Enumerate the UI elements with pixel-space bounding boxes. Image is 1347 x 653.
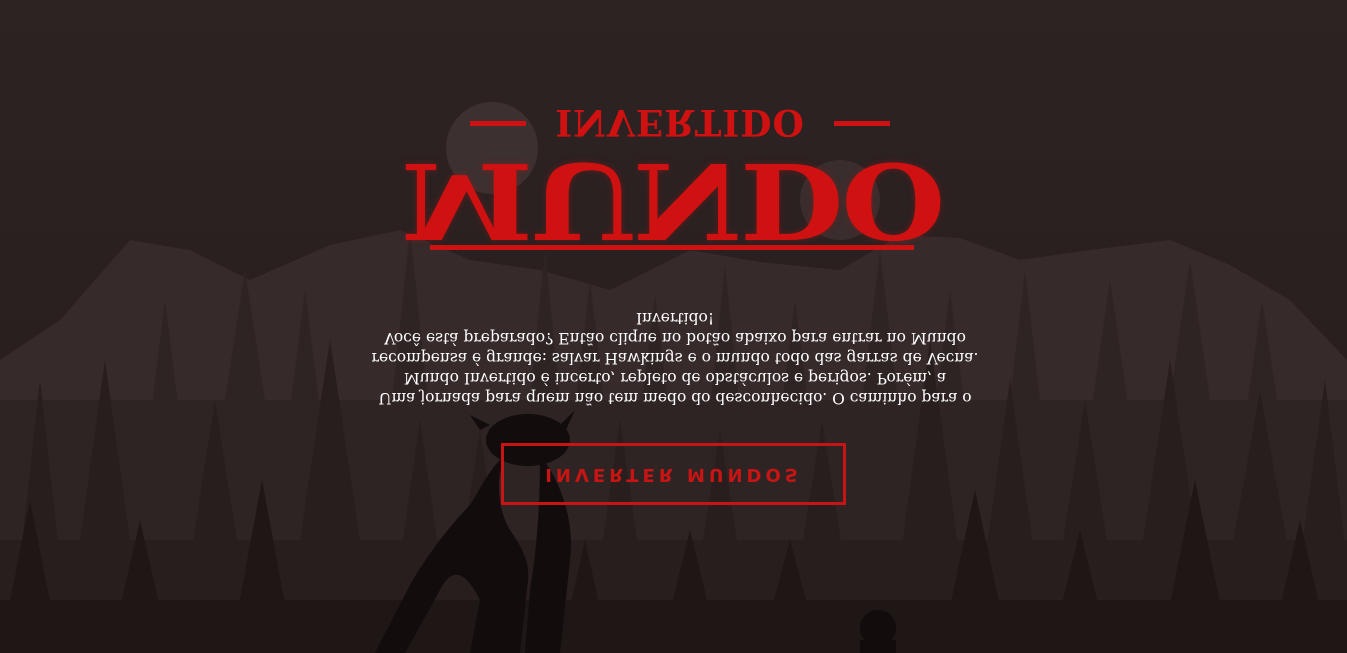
subtitle-text: INVERTIDO (555, 101, 805, 143)
title-underline (430, 245, 914, 250)
invert-worlds-button-label: INVERTER MUNDOS (545, 463, 802, 485)
subtitle-line-right (834, 121, 890, 126)
subtitle-line-left (470, 121, 526, 126)
subtitle-row: INVERTIDO (470, 101, 890, 143)
title-logo: MUNDO INVERTIDO (401, 100, 943, 262)
title-main: MUNDO (400, 139, 944, 262)
hero-section: MUNDO INVERTIDO Uma jornada para quem nã… (0, 0, 1347, 653)
hero-description: Uma jornada para quem não tem medo do de… (371, 308, 979, 407)
invert-worlds-button[interactable]: INVERTER MUNDOS (501, 443, 846, 505)
